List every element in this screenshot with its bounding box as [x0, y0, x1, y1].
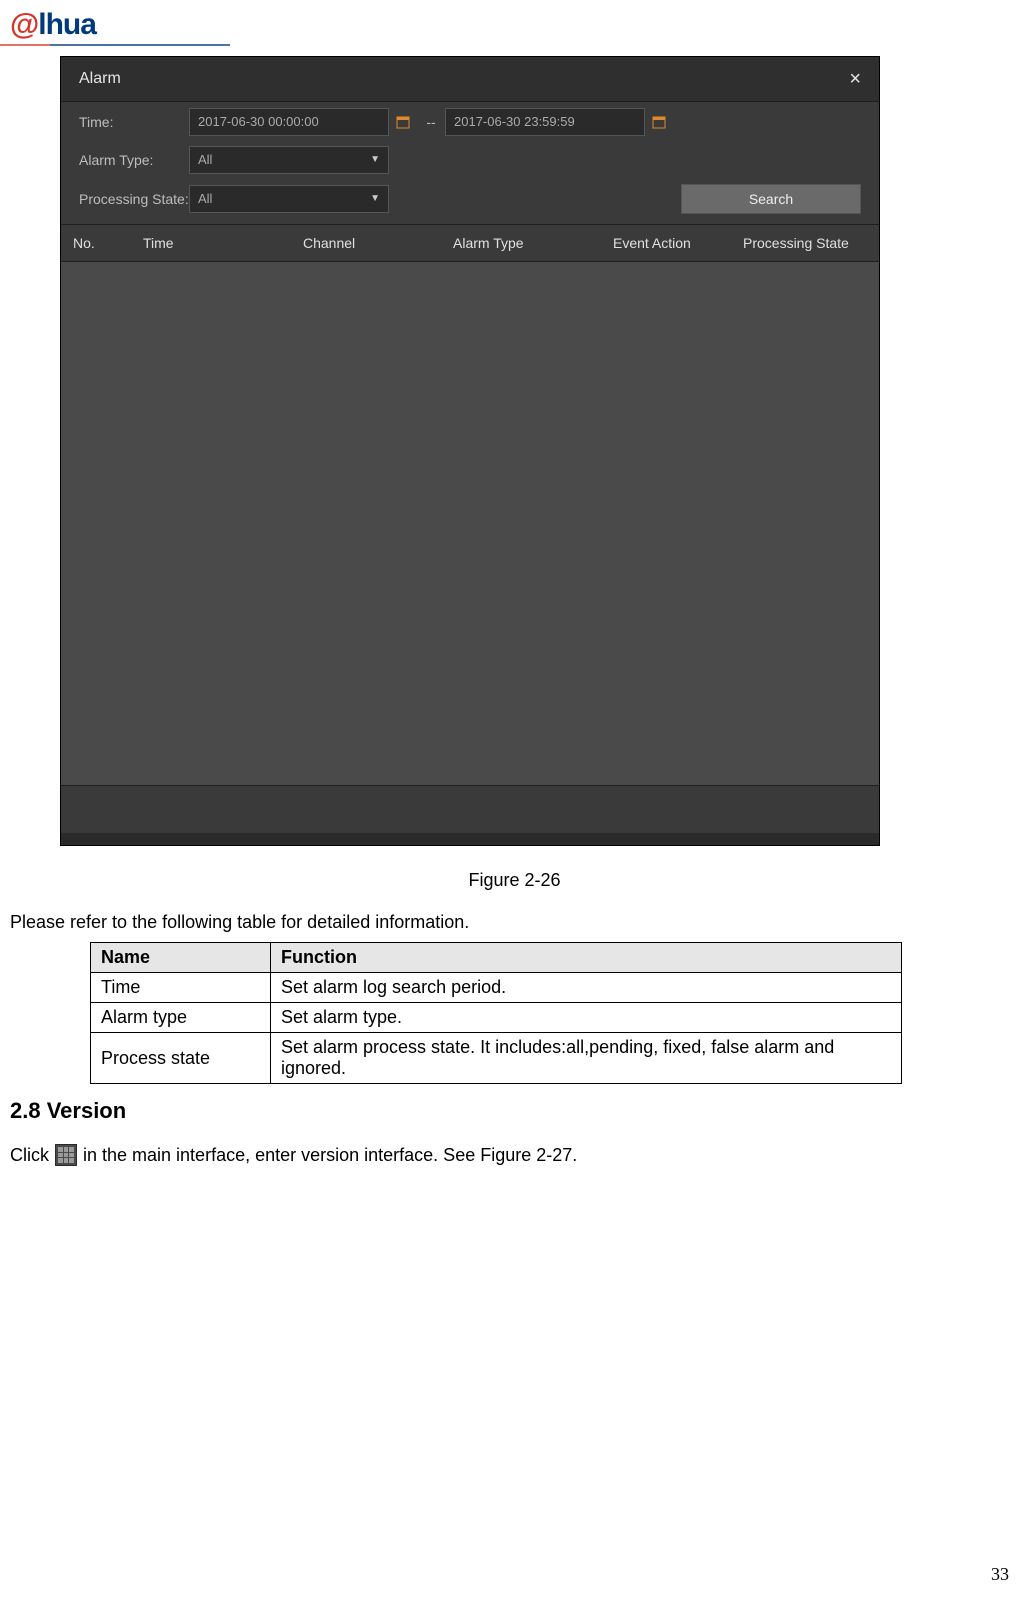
chevron-down-icon: ▼ [370, 147, 380, 173]
alarm-filters: Time: 2017-06-30 00:00:00 -- 2017-06-30 … [61, 102, 879, 225]
click-after: in the main interface, enter version int… [83, 1145, 577, 1166]
col-alarm-type: Alarm Type [453, 235, 613, 251]
alarm-title: Alarm [79, 70, 121, 88]
col-event-action: Event Action [613, 235, 743, 251]
intro-text: Please refer to the following table for … [10, 912, 469, 933]
header-rule [0, 44, 1029, 46]
click-before: Click [10, 1145, 49, 1166]
page-number: 33 [991, 1564, 1009, 1585]
desc-head-function: Function [271, 943, 902, 973]
col-channel: Channel [303, 235, 453, 251]
col-no: No. [73, 235, 143, 251]
window-edge [61, 833, 879, 845]
logo-swoosh: @ [10, 8, 39, 42]
desc-row-func: Set alarm type. [271, 1003, 902, 1033]
close-icon[interactable]: × [849, 69, 861, 89]
calendar-icon[interactable] [389, 108, 417, 136]
alarm-type-select[interactable]: All ▼ [189, 146, 389, 174]
processing-state-label: Processing State: [79, 191, 189, 208]
click-instruction: Click in the main interface, enter versi… [10, 1144, 577, 1166]
time-to-value: 2017-06-30 23:59:59 [454, 109, 575, 135]
figure-caption: Figure 2-26 [0, 870, 1029, 891]
alarm-type-value: All [198, 147, 212, 173]
brand-logo: @ lhua [10, 8, 96, 42]
desc-row-func: Set alarm log search period. [271, 973, 902, 1003]
grid-icon [55, 1144, 77, 1166]
description-table: Name Function Time Set alarm log search … [90, 942, 902, 1084]
col-time: Time [143, 235, 303, 251]
desc-header-row: Name Function [91, 943, 902, 973]
results-header-row: No. Time Channel Alarm Type Event Action… [61, 225, 879, 262]
results-body-empty [61, 262, 879, 785]
desc-row-name: Time [91, 973, 271, 1003]
search-button[interactable]: Search [681, 184, 861, 214]
processing-state-value: All [198, 186, 212, 212]
time-from-value: 2017-06-30 00:00:00 [198, 109, 319, 135]
desc-row-name: Alarm type [91, 1003, 271, 1033]
col-processing-state: Processing State [743, 235, 867, 251]
results-footer [61, 785, 879, 833]
desc-row: Process state Set alarm process state. I… [91, 1033, 902, 1084]
section-heading: 2.8 Version [10, 1098, 126, 1124]
desc-head-name: Name [91, 943, 271, 973]
time-range-dash: -- [417, 114, 445, 130]
desc-row-func: Set alarm process state. It includes:all… [271, 1033, 902, 1084]
alarm-window: Alarm × Time: 2017-06-30 00:00:00 -- 201… [60, 56, 880, 846]
alarm-titlebar: Alarm × [61, 57, 879, 102]
desc-row-name: Process state [91, 1033, 271, 1084]
time-label: Time: [79, 114, 189, 130]
logo-text: lhua [38, 8, 96, 42]
chevron-down-icon: ▼ [370, 186, 380, 212]
processing-state-select[interactable]: All ▼ [189, 185, 389, 213]
desc-row: Time Set alarm log search period. [91, 973, 902, 1003]
time-to-input[interactable]: 2017-06-30 23:59:59 [445, 108, 645, 136]
alarm-type-label: Alarm Type: [79, 152, 189, 168]
desc-row: Alarm type Set alarm type. [91, 1003, 902, 1033]
calendar-icon[interactable] [645, 108, 673, 136]
time-from-input[interactable]: 2017-06-30 00:00:00 [189, 108, 389, 136]
